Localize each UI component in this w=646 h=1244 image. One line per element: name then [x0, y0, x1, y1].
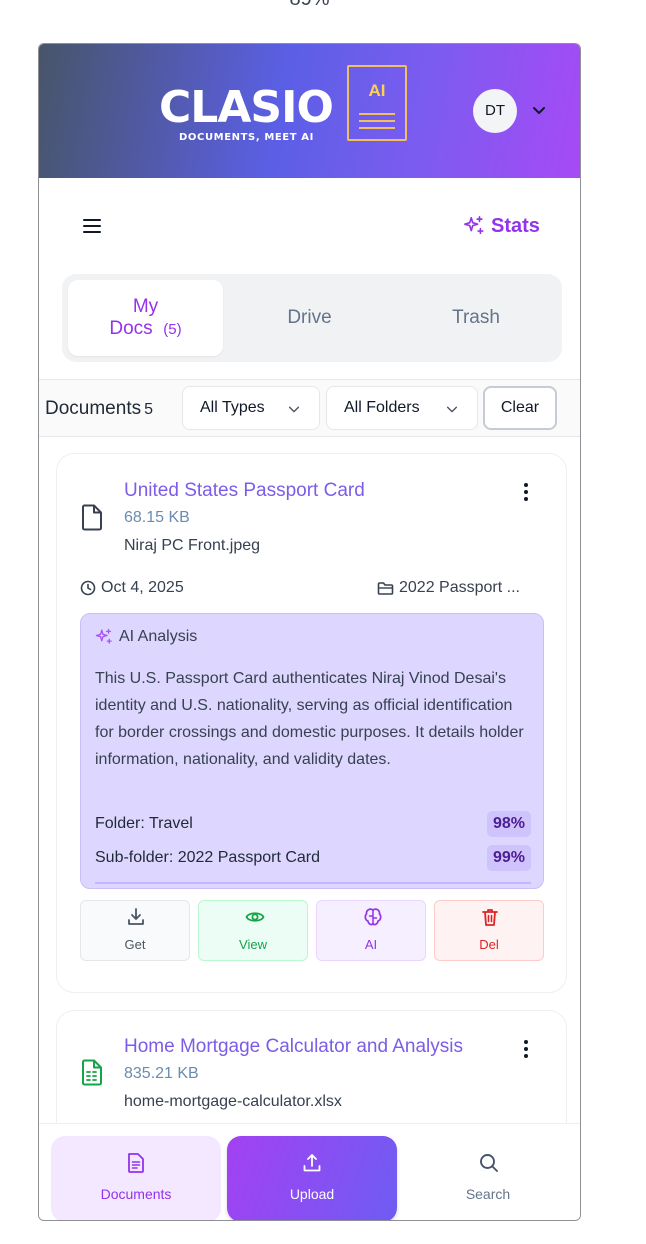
zoom-level: 89%	[0, 0, 619, 11]
document-date: Oct 4, 2025	[80, 579, 184, 597]
get-label: Get	[124, 937, 146, 952]
delete-label: Del	[479, 937, 499, 952]
documents-heading: Documents 5	[45, 398, 153, 420]
documents-label: Documents	[45, 398, 142, 419]
view-button[interactable]: View	[198, 900, 308, 961]
nav-upload-label: Upload	[289, 1186, 335, 1202]
document-icon	[128, 1153, 144, 1173]
chevron-down-icon	[288, 406, 300, 413]
tab-trash-label: Trash	[452, 307, 500, 328]
file-icon	[82, 504, 102, 531]
download-icon	[128, 908, 144, 925]
nav-search-label: Search	[465, 1186, 511, 1202]
nav-documents-label: Documents	[100, 1186, 172, 1202]
ai-analysis-panel: AI Analysis This U.S. Passport Card auth…	[80, 613, 544, 889]
document-card: United States Passport Card 68.15 KB Nir…	[56, 453, 567, 993]
ai-divider	[95, 882, 531, 884]
ai-folder-row: Folder: Travel 98%	[95, 811, 531, 837]
document-date-text: Oct 4, 2025	[101, 579, 184, 596]
document-title[interactable]: United States Passport Card	[124, 480, 365, 502]
ai-button[interactable]: AI	[316, 900, 426, 961]
tab-my-docs[interactable]: My Docs (5)	[68, 280, 223, 356]
document-filename: Niraj PC Front.jpeg	[124, 537, 261, 554]
tab-drive[interactable]: Drive	[227, 280, 392, 356]
tab-bar: My Docs (5) Drive Trash	[62, 274, 562, 362]
clock-icon	[80, 580, 96, 596]
chevron-down-icon[interactable]	[531, 102, 547, 118]
logo-tagline: DOCUMENTS, MEET AI	[179, 132, 314, 143]
tab-my-docs-count: (5)	[163, 321, 182, 338]
stats-label: Stats	[491, 214, 540, 237]
ai-subfolder-confidence: 99%	[486, 845, 531, 871]
document-size: 68.15 KB	[124, 509, 190, 526]
clear-filters-button[interactable]: Clear	[483, 386, 557, 430]
upload-icon	[303, 1154, 321, 1172]
tab-my-docs-label-line1: My	[132, 296, 159, 317]
more-options-icon[interactable]	[523, 1040, 529, 1060]
user-avatar[interactable]: DT	[473, 89, 517, 133]
view-label: View	[239, 937, 267, 952]
get-button[interactable]: Get	[80, 900, 190, 961]
ai-subfolder-row: Sub-folder: 2022 Passport Card 99%	[95, 845, 531, 871]
eye-icon	[245, 912, 265, 922]
tab-drive-label: Drive	[287, 307, 332, 328]
logo-document-icon: AI	[347, 65, 407, 141]
folder-icon	[377, 581, 394, 595]
trash-icon	[482, 909, 498, 926]
ai-folder-confidence: 98%	[486, 811, 531, 837]
toolbar: Stats	[39, 178, 580, 274]
bottom-nav: Documents Upload Search	[39, 1123, 580, 1220]
nav-search[interactable]: Search	[403, 1136, 573, 1220]
tab-my-docs-label-line2: Docs	[109, 318, 153, 339]
search-icon	[480, 1154, 498, 1172]
sparkles-icon	[464, 216, 484, 235]
nav-upload[interactable]: Upload	[227, 1136, 397, 1220]
spreadsheet-icon	[82, 1059, 102, 1086]
brain-icon	[364, 908, 382, 926]
document-size: 835.21 KB	[124, 1065, 199, 1082]
nav-documents[interactable]: Documents	[51, 1136, 221, 1220]
type-filter-select[interactable]: All Types	[182, 386, 320, 430]
hamburger-menu-icon[interactable]	[83, 218, 101, 234]
ai-analysis-header: AI Analysis	[95, 628, 197, 646]
chevron-down-icon	[446, 406, 458, 413]
document-filename: home-mortgage-calculator.xlsx	[124, 1093, 342, 1110]
folder-filter-value: All Folders	[344, 399, 420, 416]
app-header: CLASIO DOCUMENTS, MEET AI AI DT	[39, 44, 580, 178]
ai-folder-label: Folder: Travel	[95, 815, 193, 832]
folder-filter-select[interactable]: All Folders	[326, 386, 478, 430]
sparkles-icon	[95, 628, 112, 644]
more-options-icon[interactable]	[523, 483, 529, 503]
stats-button[interactable]: Stats	[463, 212, 540, 240]
document-title[interactable]: Home Mortgage Calculator and Analysis	[124, 1036, 463, 1058]
ai-subfolder-label: Sub-folder: 2022 Passport Card	[95, 849, 321, 866]
filter-bar: Documents 5 All Types All Folders Clear	[39, 379, 580, 437]
app-frame: CLASIO DOCUMENTS, MEET AI AI DT Stats My…	[38, 43, 581, 1221]
logo-text: CLASIO	[159, 82, 334, 133]
document-folder: 2022 Passport ...	[377, 579, 520, 597]
documents-count: 5	[144, 401, 154, 418]
ai-label: AI	[364, 937, 378, 952]
delete-button[interactable]: Del	[434, 900, 544, 961]
logo-badge: AI	[368, 81, 386, 100]
ai-summary: This U.S. Passport Card authenticates Ni…	[95, 670, 524, 768]
tab-trash[interactable]: Trash	[396, 280, 556, 356]
document-folder-text: 2022 Passport ...	[399, 579, 520, 596]
document-actions: Get View AI Del	[80, 900, 544, 961]
type-filter-value: All Types	[200, 399, 265, 416]
ai-analysis-heading: AI Analysis	[119, 628, 198, 645]
